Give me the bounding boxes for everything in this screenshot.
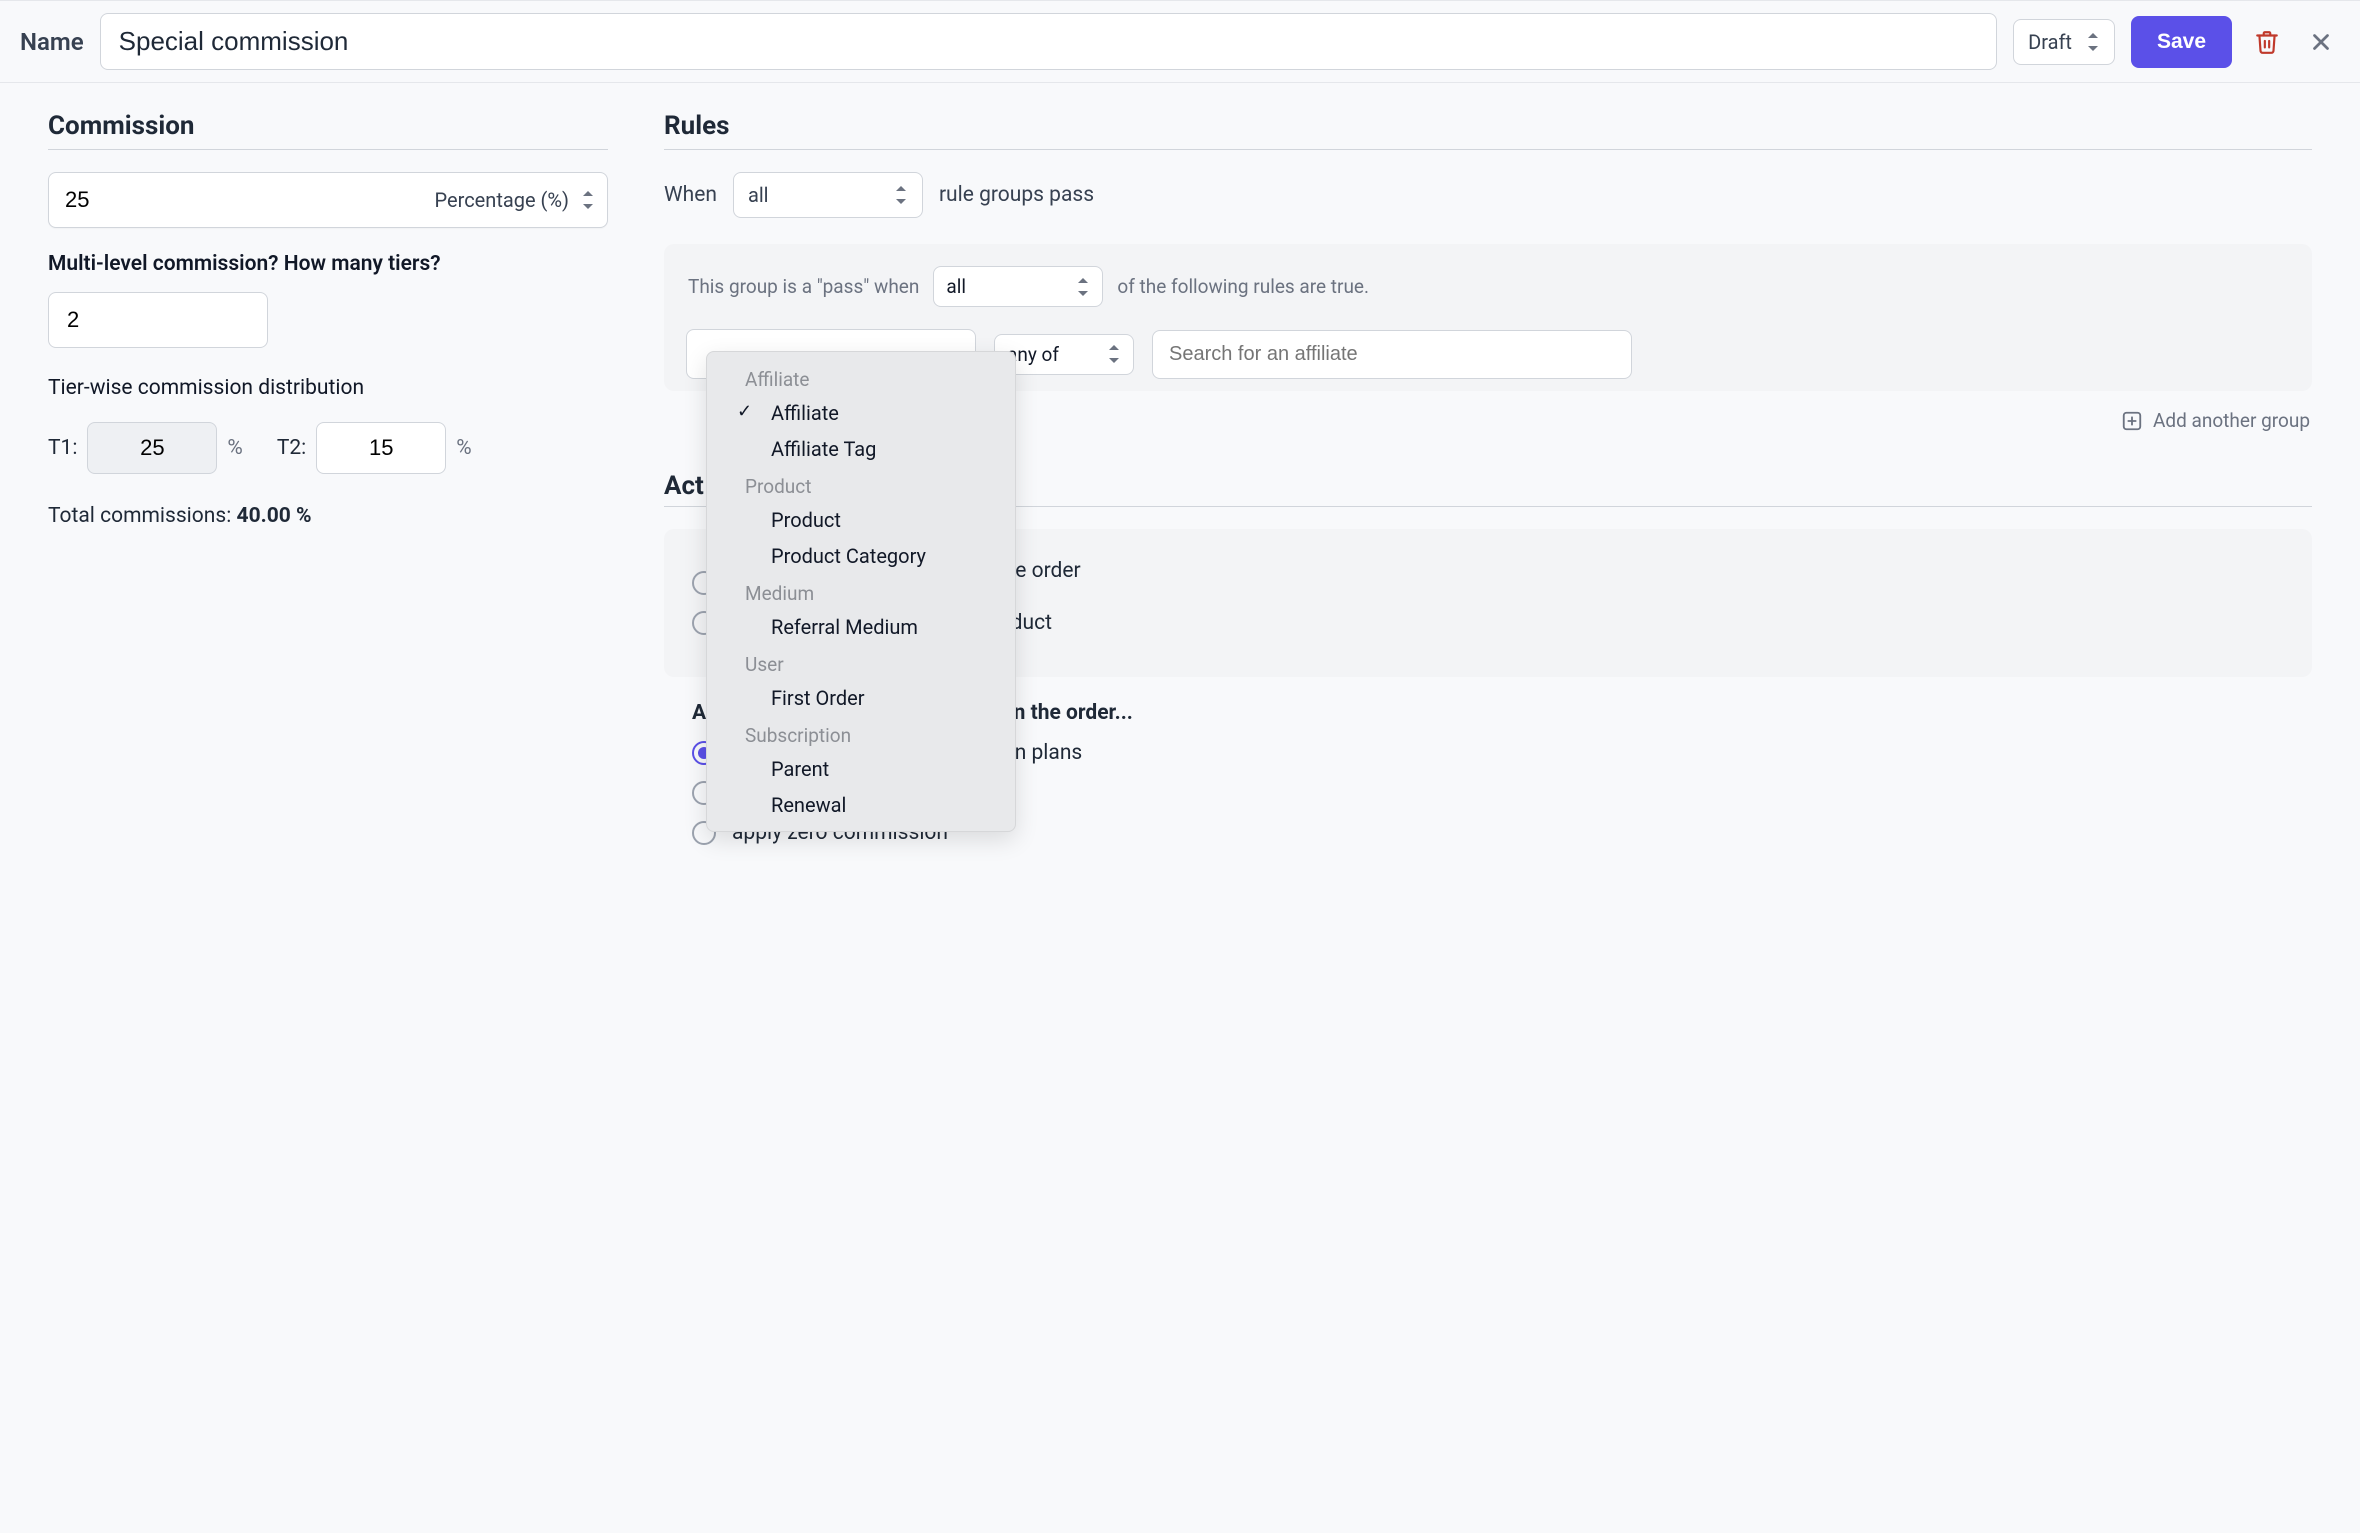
tier-row: T1: % T2: % xyxy=(48,422,608,474)
when-line: When all rule groups pass xyxy=(664,172,2312,218)
rule-field-dropdown[interactable]: AffiliateAffiliateAffiliate TagProductPr… xyxy=(706,351,1016,832)
tier-1: T1: % xyxy=(48,422,243,474)
dropdown-group-label: User xyxy=(707,645,1015,680)
dropdown-group-label: Subscription xyxy=(707,716,1015,751)
chevron-updown-icon xyxy=(894,186,908,204)
close-icon xyxy=(2308,29,2334,55)
t1-label: T1: xyxy=(48,436,77,460)
t2-input[interactable] xyxy=(316,422,446,474)
commission-amount-row: Percentage (%) xyxy=(48,172,608,228)
total-commissions: Total commissions: 40.00 % xyxy=(48,504,608,528)
status-value: Draft xyxy=(2028,30,2072,54)
when-label: When xyxy=(664,183,717,207)
commission-column: Commission Percentage (%) Multi-level co… xyxy=(48,111,608,528)
when-tail: rule groups pass xyxy=(939,183,1094,207)
group-pass-select[interactable]: all xyxy=(933,266,1103,307)
t1-input[interactable] xyxy=(87,422,217,474)
commission-type-select[interactable]: Percentage (%) xyxy=(435,188,595,212)
dropdown-option[interactable]: Renewal xyxy=(707,787,1015,823)
dropdown-option[interactable]: Product xyxy=(707,502,1015,538)
save-button[interactable]: Save xyxy=(2131,16,2232,68)
close-button[interactable] xyxy=(2302,23,2340,61)
dropdown-option[interactable]: Affiliate xyxy=(707,395,1015,431)
t2-label: T2: xyxy=(277,436,306,460)
trash-icon xyxy=(2254,29,2280,55)
dropdown-option[interactable]: Affiliate Tag xyxy=(707,431,1015,467)
commission-type-label: Percentage (%) xyxy=(435,188,569,212)
dropdown-group-label: Product xyxy=(707,467,1015,502)
tier-2: T2: % xyxy=(277,422,472,474)
chevron-updown-icon xyxy=(1107,345,1121,363)
chevron-updown-icon xyxy=(2086,33,2100,51)
chevron-updown-icon xyxy=(1076,278,1090,296)
tier-dist-label: Tier-wise commission distribution xyxy=(48,376,608,400)
rule-value-input[interactable] xyxy=(1152,330,1632,379)
plus-square-icon xyxy=(2121,410,2143,432)
commission-amount-input[interactable] xyxy=(49,173,435,227)
dropdown-group-label: Medium xyxy=(707,574,1015,609)
multi-level-label: Multi-level commission? How many tiers? xyxy=(48,252,608,276)
rules-column: Rules When all rule groups pass This gro… xyxy=(664,111,2312,865)
dropdown-option[interactable]: Product Category xyxy=(707,538,1015,574)
name-label: Name xyxy=(20,28,84,56)
delete-button[interactable] xyxy=(2248,23,2286,61)
dropdown-option[interactable]: Referral Medium xyxy=(707,609,1015,645)
dropdown-group-label: Affiliate xyxy=(707,360,1015,395)
when-select[interactable]: all xyxy=(733,172,923,218)
dropdown-option[interactable]: Parent xyxy=(707,751,1015,787)
status-select[interactable]: Draft xyxy=(2013,19,2115,65)
dropdown-option[interactable]: First Order xyxy=(707,680,1015,716)
rules-title: Rules xyxy=(664,111,2312,150)
chevron-updown-icon xyxy=(581,191,595,209)
page-header: Name Draft Save xyxy=(0,0,2360,83)
pct-label: % xyxy=(456,436,471,460)
name-input[interactable] xyxy=(100,13,1997,70)
commission-title: Commission xyxy=(48,111,608,150)
pct-label: % xyxy=(227,436,242,460)
tiers-count-input[interactable] xyxy=(48,292,268,348)
group-head: This group is a "pass" when all of the f… xyxy=(688,266,2288,307)
